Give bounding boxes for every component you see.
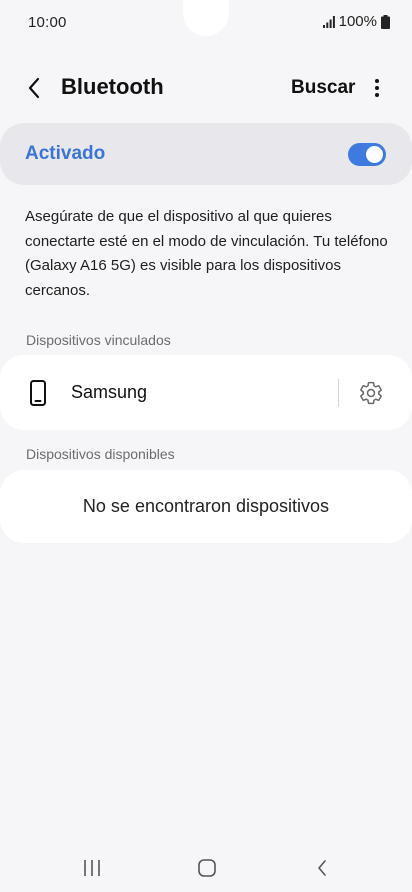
recent-apps-button[interactable]	[78, 856, 106, 880]
gear-icon	[360, 381, 382, 405]
row-divider	[338, 379, 339, 407]
camera-notch	[183, 0, 229, 36]
back-button[interactable]	[20, 74, 48, 102]
available-devices-header: Dispositivos disponibles	[26, 446, 175, 462]
signal-icon	[322, 15, 335, 28]
device-name: Samsung	[71, 382, 148, 402]
page-title: Bluetooth	[61, 74, 164, 99]
paired-devices-card: Samsung	[0, 355, 412, 430]
battery-icon	[381, 14, 390, 29]
battery-level: 100%	[338, 13, 377, 30]
paired-devices-header: Dispositivos vinculados	[26, 332, 171, 348]
more-vert-icon	[375, 79, 379, 97]
nav-back-icon	[318, 860, 326, 876]
nav-back-button[interactable]	[308, 856, 336, 880]
bluetooth-description: Asegúrate de que el dispositivo al que q…	[25, 208, 388, 299]
navigation-bar	[0, 842, 412, 892]
status-indicators: 100%	[322, 13, 390, 30]
bluetooth-switch[interactable]	[348, 143, 386, 166]
home-icon	[198, 859, 216, 877]
phone-icon	[30, 380, 46, 406]
status-bar: 10:00 100%	[0, 0, 412, 44]
back-arrow-icon	[28, 77, 40, 99]
paired-device-samsung[interactable]: Samsung	[0, 355, 336, 430]
bluetooth-toggle-row[interactable]: Activado	[0, 123, 412, 185]
app-header: Bluetooth Buscar	[0, 60, 412, 116]
device-settings-button[interactable]	[358, 380, 384, 406]
search-button[interactable]: Buscar	[291, 77, 355, 99]
no-devices-message: No se encontraron dispositivos	[82, 496, 330, 516]
more-options-button[interactable]	[366, 74, 388, 102]
status-time: 10:00	[28, 14, 67, 31]
recent-apps-icon	[84, 860, 100, 876]
available-devices-card: No se encontraron dispositivos	[0, 470, 412, 543]
home-button[interactable]	[193, 856, 221, 880]
switch-thumb	[366, 146, 383, 163]
bluetooth-status-label: Activado	[25, 143, 106, 164]
